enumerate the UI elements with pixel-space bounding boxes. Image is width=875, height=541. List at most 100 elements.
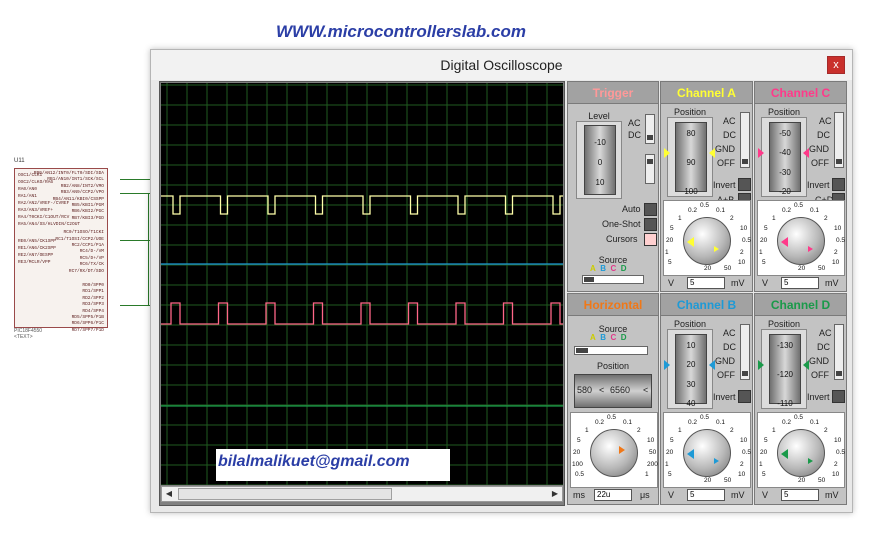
channel-b-volts-knob[interactable] <box>683 429 731 477</box>
horizontal-scrollbar[interactable]: ◀ ▶ <box>161 486 563 502</box>
chip-left-pin-label: RE0/AN5/CK1SPP <box>18 239 56 244</box>
channel-a-drum-v1: 90 <box>686 158 696 167</box>
channel-b-position-drum[interactable]: 10 20 30 40 <box>675 334 707 408</box>
channel-b-gnd-label: GND <box>715 356 735 366</box>
channel-d-volts-knob[interactable] <box>777 429 825 477</box>
scroll-thumb[interactable] <box>178 488 392 500</box>
trigger-level-drum[interactable]: -10 0 10 <box>584 125 616 195</box>
channel-a-tick-3: 1 <box>678 215 682 222</box>
channel-a-tick-14: 50 <box>724 265 732 272</box>
close-icon: x <box>833 59 839 71</box>
channel-b-off-label: OFF <box>717 370 735 380</box>
channel-d-coupling-switch[interactable] <box>834 324 844 380</box>
channel-b-ac-label: AC <box>723 328 736 338</box>
channel-a-tick-9: 1 <box>665 249 669 256</box>
channel-c-coupling-switch[interactable] <box>834 112 844 168</box>
horizontal-panel: Horizontal Source A B C D Position 580 <… <box>567 293 659 505</box>
channel-c-tick-2: 0.1 <box>810 207 820 214</box>
channel-d-position-frame: -130 -120 -110 <box>758 329 809 409</box>
channel-b-tick-11: 5 <box>668 471 672 478</box>
horizontal-position-wheel[interactable]: 580 < 6560 < <box>574 374 652 408</box>
channel-d-title: Channel D <box>755 294 846 316</box>
channel-a-tick-10: 2 <box>740 249 744 256</box>
channel-a-position-drum[interactable]: 80 90 100 <box>675 122 707 196</box>
chip-name: PIC18F4550 <TEXT> <box>14 328 42 340</box>
channel-c-value-field[interactable]: 5 <box>781 277 819 289</box>
channel-a-ac-label: AC <box>723 116 736 126</box>
h-tick-6: 10 <box>647 437 655 444</box>
chip-right-pin-label: RB1/AN10/INT1/SCK/SCL <box>47 177 104 183</box>
channel-b-tick-9: 1 <box>665 461 669 468</box>
chip-left-pin-label: RA1/AN1 <box>18 194 37 199</box>
channel-b-unit-left: V <box>668 490 675 500</box>
channel-c-invert-label: Invert <box>807 180 830 190</box>
hsrc-c: C <box>610 333 617 342</box>
chip-right-pin-label: RB6/KBI2/PGC <box>71 209 104 215</box>
channel-b-knob-area: 0.5 0.2 0.1 1 2 5 10 20 0.5 1 2 5 10 20 50 <box>663 412 751 488</box>
channel-a-tick-13: 20 <box>704 265 712 272</box>
chip-right-pin-label: RB5/KBI1/PGM <box>71 203 104 208</box>
channel-d-position-label: Position <box>767 319 801 329</box>
channel-b-coupling-switch[interactable] <box>740 324 750 380</box>
channel-d-drum-v0: -130 <box>776 341 793 350</box>
channel-d-value-field[interactable]: 5 <box>781 489 819 501</box>
trigger-coupling-switch[interactable] <box>645 114 655 144</box>
channel-d-tick-11: 5 <box>762 471 766 478</box>
trigger-cursors-button[interactable] <box>644 233 657 246</box>
h-tick-9: 100 <box>572 461 583 468</box>
channel-c-ac-label: AC <box>819 116 832 126</box>
channel-a-tick-2: 0.1 <box>716 207 726 214</box>
channel-c-invert-button[interactable] <box>832 178 845 191</box>
trigger-title: Trigger <box>568 82 658 104</box>
channel-b-invert-button[interactable] <box>738 390 751 403</box>
channel-d-tick-12: 10 <box>832 471 840 478</box>
trigger-drum-v0: -10 <box>594 138 606 147</box>
h-tick-5: 5 <box>577 437 581 444</box>
channel-d-tick-13: 20 <box>798 477 806 484</box>
horizontal-timebase-knob[interactable] <box>590 429 638 477</box>
channel-a-volts-knob[interactable] <box>683 217 731 265</box>
trigger-level-label: Level <box>588 111 610 121</box>
trigger-oneshot-button[interactable] <box>644 218 657 231</box>
channel-a-tick-11: 5 <box>668 259 672 266</box>
chip-right-pin-label: RC1/T1OSI/CCP2/UOE <box>55 236 104 242</box>
channel-a-tick-1: 0.2 <box>688 207 698 214</box>
chip-right-pin-label: RC7/RX/DT/SDO <box>68 268 104 274</box>
close-button[interactable]: x <box>827 56 845 74</box>
channel-b-title: Channel B <box>661 294 752 316</box>
channel-d-invert-button[interactable] <box>832 390 845 403</box>
channel-c-volts-knob[interactable] <box>777 217 825 265</box>
channel-a-value-field[interactable]: 5 <box>687 277 725 289</box>
channel-c-position-drum[interactable]: -50 -40 -30 -20 <box>769 122 801 196</box>
trigger-ac-label: AC <box>628 118 641 128</box>
horizontal-source-slider[interactable] <box>574 346 648 355</box>
scroll-right-arrow-icon[interactable]: ▶ <box>548 487 562 501</box>
chip-text-placeholder: <TEXT> <box>14 334 33 340</box>
channel-c-tick-13: 20 <box>798 265 806 272</box>
channel-c-drum-v0: -50 <box>779 129 791 138</box>
hsrc-a: A <box>590 333 596 342</box>
channel-a-drum-v0: 80 <box>686 129 696 138</box>
channel-b-tick-3: 1 <box>678 427 682 434</box>
chip-right-pin-label: RD4/SPP4 <box>82 308 104 314</box>
channel-b-tick-14: 50 <box>724 477 732 484</box>
channel-a-invert-button[interactable] <box>738 178 751 191</box>
wire-d <box>120 240 150 241</box>
channel-c-position-label: Position <box>767 107 801 117</box>
title-bar[interactable]: Digital Oscilloscope x <box>151 50 852 80</box>
chip-reference: U11 <box>14 158 25 164</box>
trigger-edge-switch[interactable] <box>645 154 655 184</box>
horizontal-unit-right: μs <box>640 490 650 500</box>
chip-right-pin-label: RD1/SPP1 <box>82 289 104 295</box>
chip-left-pin-label: RE3/MCLR/VPP <box>18 260 51 265</box>
channel-a-tick-8: 0.5 <box>742 237 752 244</box>
channel-b-tick-13: 20 <box>704 477 712 484</box>
trigger-auto-button[interactable] <box>644 203 657 216</box>
channel-b-value-field[interactable]: 5 <box>687 489 725 501</box>
channel-d-position-drum[interactable]: -130 -120 -110 <box>769 334 801 408</box>
trigger-source-slider[interactable] <box>582 275 644 284</box>
channel-a-coupling-switch[interactable] <box>740 112 750 168</box>
scroll-left-arrow-icon[interactable]: ◀ <box>162 487 176 501</box>
horizontal-value-field[interactable]: 22u <box>594 489 632 501</box>
src-b: B <box>600 264 607 273</box>
